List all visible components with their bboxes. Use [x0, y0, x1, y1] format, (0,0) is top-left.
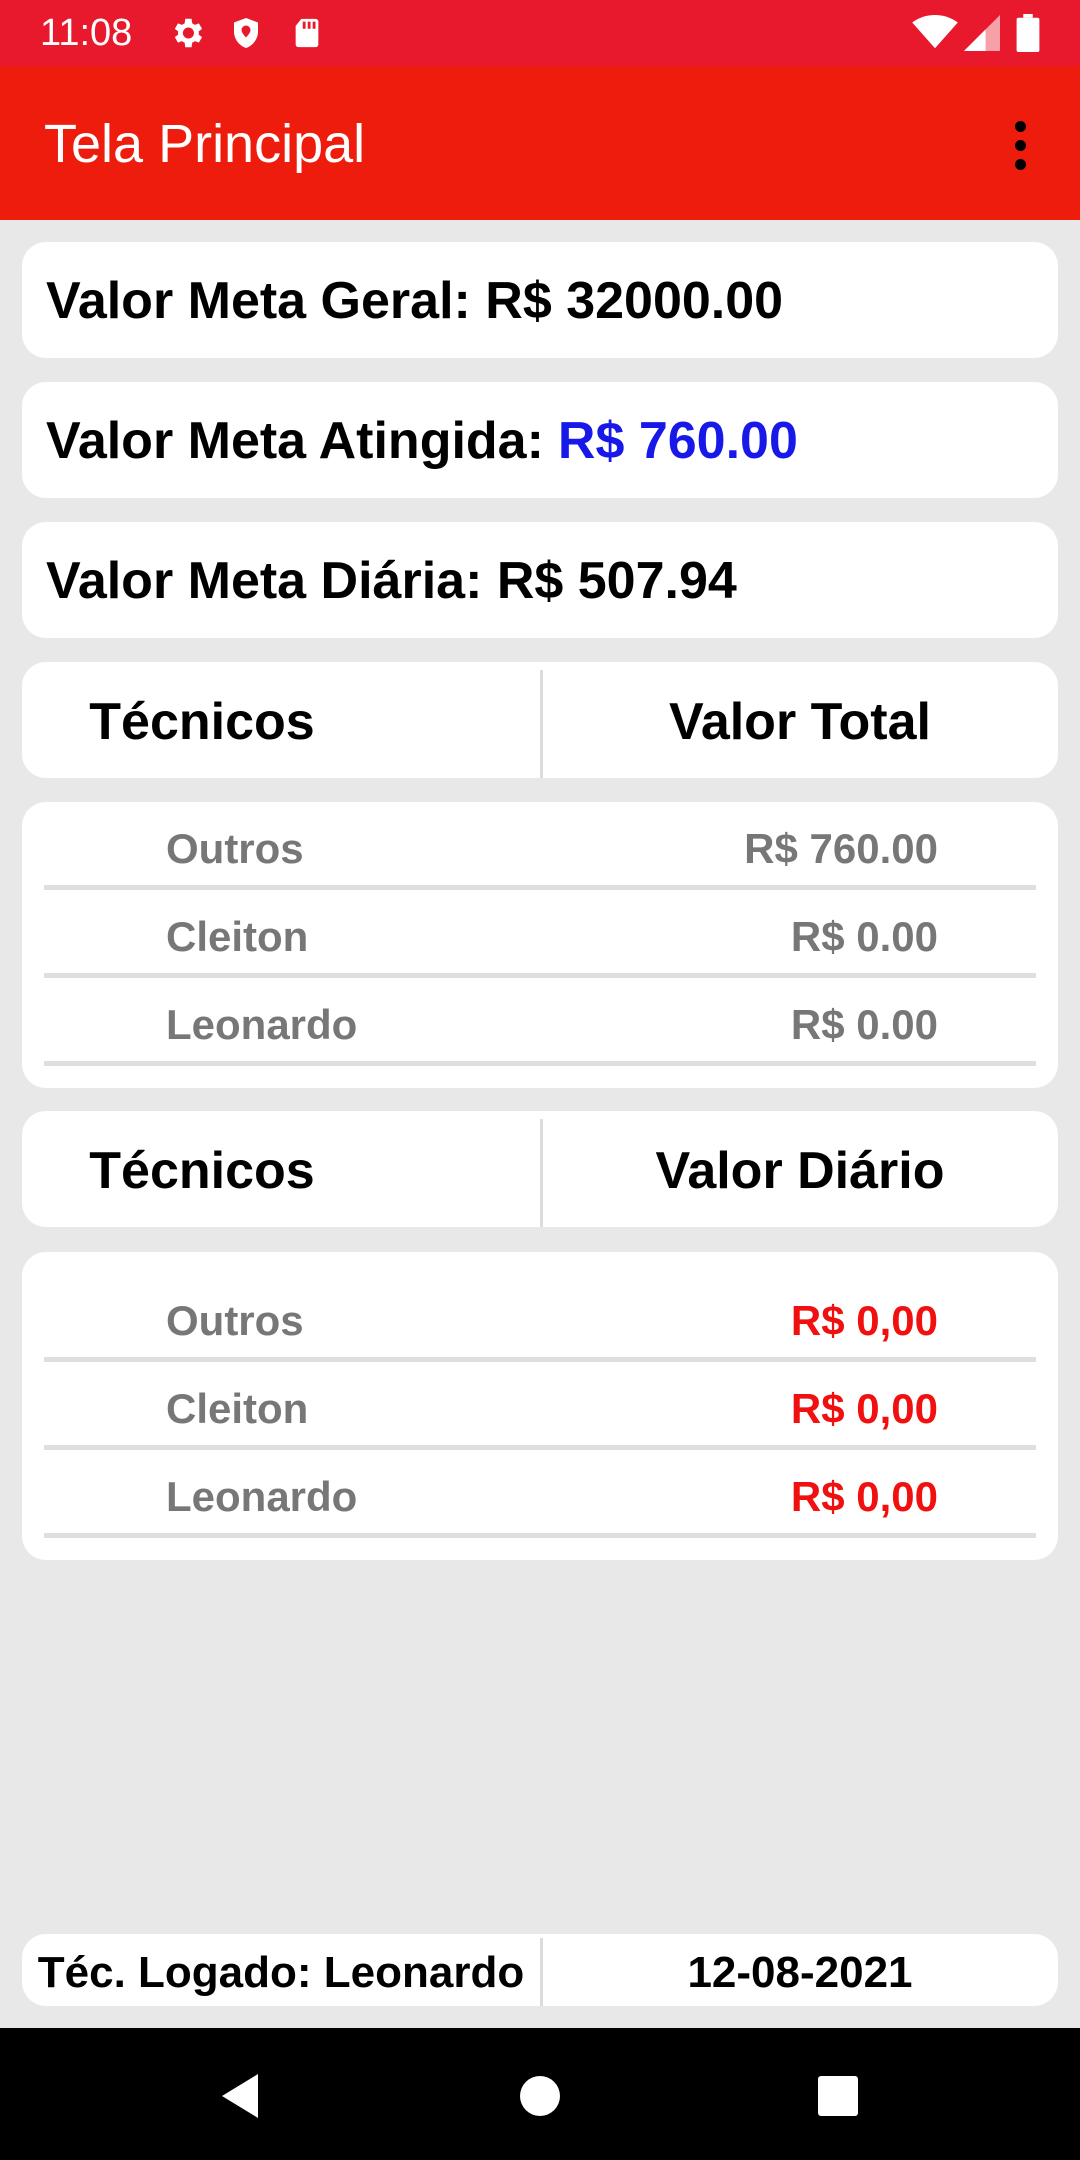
- total-col-valor: Valor Total: [669, 693, 931, 751]
- table-row[interactable]: Leonardo R$ 0,00: [44, 1450, 1036, 1538]
- more-vert-icon: [1015, 121, 1026, 132]
- more-vert-icon-dot: [1015, 140, 1026, 151]
- daily-table-header: Técnicos Valor Diário: [22, 1111, 1058, 1227]
- total-col-tecnicos: Técnicos: [89, 693, 315, 751]
- cellular-signal-icon: [964, 15, 1000, 51]
- table-row[interactable]: Outros R$ 0,00: [44, 1274, 1036, 1362]
- meta-geral-card: Valor Meta Geral: R$ 32000.00: [22, 242, 1058, 358]
- more-options-button[interactable]: [995, 116, 1045, 176]
- row-name: Leonardo: [166, 1473, 358, 1520]
- meta-diaria-text: Valor Meta Diária: R$ 507.94: [46, 552, 737, 610]
- row-value: R$ 0,00: [790, 1473, 938, 1520]
- footer-date: 12-08-2021: [687, 1948, 913, 1997]
- row-divider: [44, 1533, 1036, 1538]
- row-name: Leonardo: [166, 1001, 358, 1048]
- row-value: R$ 0.00: [790, 1001, 938, 1048]
- table-row[interactable]: Cleiton R$ 0.00: [44, 890, 1036, 978]
- row-name: Outros: [166, 825, 304, 872]
- app-bar: Tela Principal: [0, 66, 1080, 220]
- recents-square-icon[interactable]: [808, 2066, 868, 2126]
- table-row[interactable]: Cleiton R$ 0,00: [44, 1362, 1036, 1450]
- status-bar: 11:08: [0, 0, 1080, 66]
- back-triangle-icon[interactable]: [210, 2066, 270, 2126]
- meta-atingida-row: Valor Meta Atingida: R$ 760.00: [46, 410, 798, 472]
- table-row[interactable]: Leonardo R$ 0.00: [44, 978, 1036, 1066]
- row-divider: [44, 1061, 1036, 1066]
- shield-icon: [234, 18, 258, 48]
- wifi-icon: [912, 14, 958, 49]
- footer-bar: Téc. Logado: Leonardo 12-08-2021: [22, 1934, 1058, 2006]
- sd-card-icon: [295, 18, 319, 48]
- system-nav-bar: [0, 2028, 1080, 2160]
- battery-icon: [1016, 14, 1040, 52]
- meta-atingida-value: R$ 760.00: [557, 412, 798, 470]
- logged-tech-label: Téc. Logado: Leonardo: [37, 1948, 525, 1997]
- more-vert-icon-dot: [1015, 159, 1026, 170]
- table-row[interactable]: Outros R$ 760.00: [44, 802, 1036, 890]
- daily-table-list: Outros R$ 0,00 Cleiton R$ 0,00 Leonardo …: [22, 1252, 1058, 1560]
- row-value: R$ 0,00: [790, 1385, 938, 1432]
- row-value: R$ 0.00: [790, 913, 938, 960]
- home-circle-icon[interactable]: [510, 2066, 570, 2126]
- row-value: R$ 0,00: [790, 1297, 938, 1344]
- row-name: Cleiton: [166, 1385, 309, 1432]
- row-name: Cleiton: [166, 913, 309, 960]
- status-time: 11:08: [40, 12, 133, 54]
- meta-atingida-label: Valor Meta Atingida:: [46, 412, 544, 470]
- daily-col-valor: Valor Diário: [655, 1142, 945, 1200]
- meta-diaria-card: Valor Meta Diária: R$ 507.94: [22, 522, 1058, 638]
- daily-col-tecnicos: Técnicos: [89, 1142, 315, 1200]
- settings-gear-icon: [174, 18, 203, 48]
- meta-geral-text: Valor Meta Geral: R$ 32000.00: [46, 272, 784, 330]
- total-table-header: Técnicos Valor Total: [22, 662, 1058, 778]
- row-name: Outros: [166, 1297, 304, 1344]
- meta-atingida-card: Valor Meta Atingida: R$ 760.00: [22, 382, 1058, 498]
- app-title: Tela Principal: [44, 114, 366, 174]
- total-table-list: Outros R$ 760.00 Cleiton R$ 0.00 Leonard…: [22, 802, 1058, 1088]
- row-value: R$ 760.00: [744, 825, 938, 872]
